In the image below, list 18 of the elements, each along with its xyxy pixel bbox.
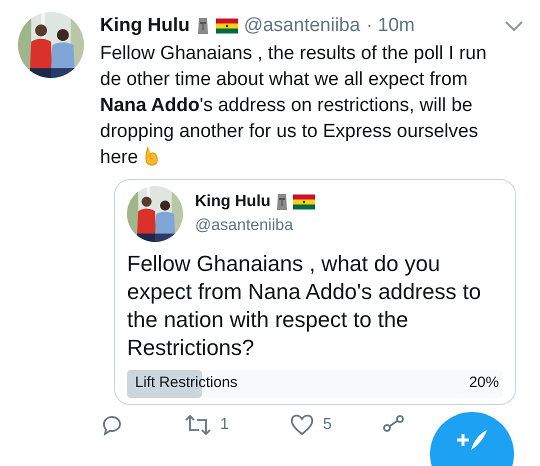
author-handle: @asanteniiba [244, 14, 360, 38]
quoted-author-handle: @asanteniiba [195, 216, 294, 236]
quoted-tweet-card[interactable]: King Hulu @asanteniiba Fellow Ghanaians , what do you expect from Nana Addo's address to the nation with respect to the Restrictions? Lift Restrictions 20% [114, 178, 516, 404]
quoted-author-name: King Hulu [195, 192, 271, 212]
tweet-text: Fellow Ghanaians , the results of the poll I run de other time about what we all expect from Nana Addo's address on restrictions, will be dropping another for us to Express ourselves here [100, 42, 488, 170]
tweet-time: · 10m [366, 14, 415, 38]
retweet-icon[interactable] [184, 414, 212, 436]
flag-icon [216, 18, 238, 34]
chevron-down-icon[interactable] [504, 20, 524, 32]
like-count: 5 [322, 414, 332, 434]
flag-icon [292, 194, 315, 210]
heart-icon[interactable] [288, 412, 315, 436]
poll-question: Fellow Ghanaians , what do you expect from Nana Addo's address to the nation with respect to the Restrictions? [127, 250, 482, 362]
author-name: King Hulu [100, 14, 190, 38]
retweet-count: 1 [220, 414, 229, 434]
poll-option-label: Lift Restrictions [134, 373, 238, 394]
poll-option-percent: 20% [468, 373, 500, 394]
compose-icon [457, 428, 487, 452]
